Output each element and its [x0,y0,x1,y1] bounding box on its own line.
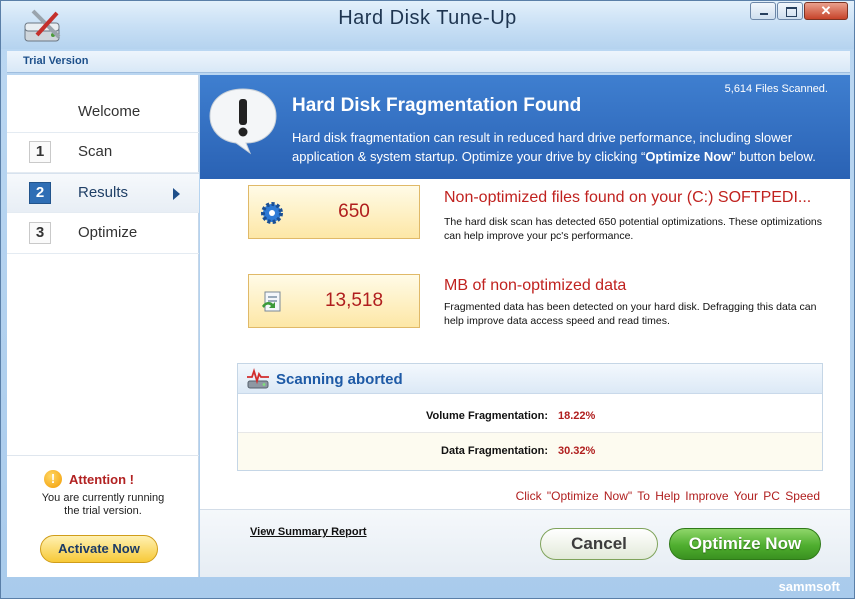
scan-label: Volume Fragmentation: [425,410,548,422]
step-number: 2 [29,182,51,204]
attention-text-line: You are currently running [41,492,165,504]
sidebar-item-label: Welcome [78,103,141,120]
stat-value: 650 [338,201,370,222]
defrag-file-icon [262,291,281,312]
files-scanned-count: 5,614 Files Scanned. [724,83,828,95]
activate-now-button[interactable]: Activate Now [40,535,158,563]
maximize-button[interactable] [777,2,803,20]
brand-bar: sammsoft [7,578,850,598]
trial-bar: Trial Version [7,51,850,73]
sidebar-item-welcome[interactable]: Welcome [7,93,199,133]
attention-panel: ! Attention ! You are currently running … [7,455,199,518]
exclamation-bubble-icon [209,88,277,155]
attention-text: You are currently running the trial vers… [7,492,199,518]
sidebar-item-label: Scan [78,143,113,160]
scan-status-header: Scanning aborted [238,364,822,394]
close-icon: ✕ [820,3,832,18]
optimize-now-button[interactable]: Optimize Now [669,528,821,560]
minimize-button[interactable] [750,2,776,20]
step-number: 3 [29,222,51,244]
sidebar-item-label: Results [78,184,129,201]
stat-description: Fragmented data has been detected on you… [444,301,817,327]
sidebar-item-label: Optimize [78,224,138,241]
stat-value: 13,518 [324,290,384,311]
scan-status-panel: Scanning aborted Volume Fragmentation: 1… [237,363,823,471]
header-description: Hard disk fragmentation can result in re… [292,128,842,166]
drive-pulse-icon [247,368,269,389]
scan-status-title: Scanning aborted [276,371,403,388]
view-summary-link[interactable]: View Summary Report [250,526,367,538]
window-title: Hard Disk Tune-Up [338,7,517,29]
scan-value: 30.32% [558,445,596,457]
scan-label: Data Fragmentation: [441,445,548,457]
step-number: 1 [29,141,51,163]
title-bar[interactable]: Hard Disk Tune-Up ✕ [1,1,854,49]
brand-logo: sammsoft [778,579,840,594]
attention-title: Attention ! [69,472,134,487]
app-window: Hard Disk Tune-Up ✕ Trial Version Welcom… [0,0,855,599]
window-controls: ✕ [749,2,848,20]
arrow-right-icon [173,188,180,200]
sidebar-item-scan[interactable]: 1 Scan [7,133,199,173]
stat-description: The hard disk scan has detected 650 pote… [444,216,823,242]
page-title: Hard Disk Fragmentation Found [292,95,582,116]
sidebar-item-optimize[interactable]: 3 Optimize [7,214,199,254]
scan-row-data: Data Fragmentation: 30.32% [238,432,822,470]
sidebar-item-results[interactable]: 2 Results [7,173,199,213]
results-header: 5,614 Files Scanned. Hard Disk Fragmenta… [200,75,850,179]
stat-title: MB of non-optimized data [444,277,627,294]
scan-value: 18.22% [558,410,596,422]
sidebar: Welcome 1 Scan 2 Results 3 Optimize ! At… [7,75,199,577]
warning-icon: ! [44,470,62,488]
optimize-hint: Click "Optimize Now" To Help Improve You… [515,489,820,503]
stat-box-data: 13,518 [248,274,420,328]
footer-bar: View Summary Report Cancel Optimize Now [200,509,850,577]
desc-text: ” button below. [731,149,816,164]
stat-box-files: 650 [248,185,420,239]
close-button[interactable]: ✕ [804,2,848,20]
trial-version-label: Trial Version [23,55,89,67]
stat-title: Non-optimized files found on your (C:) S… [444,189,812,206]
gear-icon [261,202,283,224]
scan-row-volume: Volume Fragmentation: 18.22% [238,398,822,436]
main-panel: 5,614 Files Scanned. Hard Disk Fragmenta… [200,75,850,577]
desc-bold: Optimize Now [645,149,732,164]
attention-text-line: the trial version. [64,505,142,517]
cancel-button[interactable]: Cancel [540,528,658,560]
